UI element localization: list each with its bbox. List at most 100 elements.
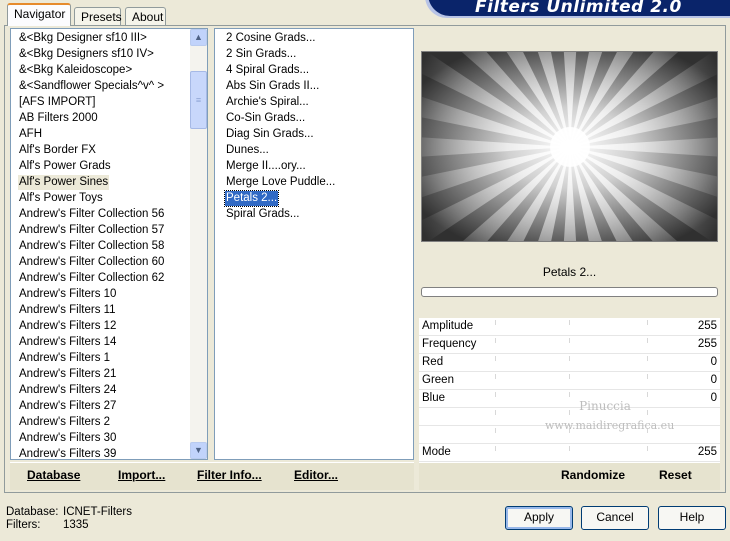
param-slider-tick — [569, 446, 570, 451]
param-slider-tick — [495, 374, 496, 379]
category-list[interactable]: &<Bkg Designer sf10 III> &<Bkg Designers … — [10, 28, 208, 460]
filter-list-item[interactable]: Dunes... — [225, 143, 270, 158]
filter-list-item[interactable]: Abs Sin Grads II... — [225, 79, 320, 94]
filter-info-button[interactable]: Filter Info... — [197, 468, 262, 482]
category-list-item[interactable]: AB Filters 2000 — [18, 111, 99, 126]
cancel-button[interactable]: Cancel — [581, 506, 649, 530]
tab-about[interactable]: About — [125, 7, 166, 25]
parameter-grid[interactable]: Amplitude 255 Frequency 255 Red 0 Green 0 Blue 0 M… — [419, 318, 720, 462]
apply-button[interactable]: Apply — [505, 506, 573, 530]
category-list-item[interactable]: [AFS IMPORT] — [18, 95, 96, 110]
category-list-item[interactable]: Andrew's Filters 10 — [18, 287, 117, 302]
randomize-button[interactable]: Randomize — [561, 468, 625, 482]
category-list-item[interactable]: Alf's Power Sines — [18, 175, 110, 190]
param-label: Amplitude — [422, 320, 474, 332]
editor-button[interactable]: Editor... — [294, 468, 338, 482]
param-slider-tick — [495, 338, 496, 343]
filter-list-item[interactable]: Archie's Spiral... — [225, 95, 310, 110]
param-slider-tick — [569, 338, 570, 343]
filters-count-label: Filters: — [6, 519, 41, 531]
filter-list-item[interactable]: 2 Sin Grads... — [225, 47, 297, 62]
category-list-item[interactable]: Andrew's Filters 21 — [18, 367, 117, 382]
param-slider-tick — [647, 320, 648, 325]
petals-preview-image — [422, 52, 717, 241]
selected-filter-label: Petals 2... — [542, 265, 597, 279]
scroll-down-button[interactable]: ▼ — [190, 442, 207, 459]
param-slider-tick — [495, 428, 496, 433]
param-label: Frequency — [422, 338, 477, 350]
filter-list-item[interactable]: Merge Love Puddle... — [225, 175, 336, 190]
param-value: 255 — [697, 446, 717, 458]
category-list-item[interactable]: Andrew's Filters 39 — [18, 447, 117, 459]
category-list-item[interactable]: Andrew's Filter Collection 57 — [18, 223, 165, 238]
filter-list-item[interactable]: Diag Sin Grads... — [225, 127, 315, 142]
category-list-item[interactable]: Andrew's Filters 12 — [18, 319, 117, 334]
category-list-item[interactable]: Andrew's Filters 30 — [18, 431, 117, 446]
left-command-bar: Database Import... Filter Info... Editor… — [10, 462, 414, 490]
tab-presets[interactable]: Presets — [74, 7, 122, 25]
progress-bar — [421, 287, 718, 297]
category-list-item[interactable]: Andrew's Filters 24 — [18, 383, 117, 398]
scroll-thumb[interactable]: ≡ — [190, 71, 207, 129]
category-list-item[interactable]: Andrew's Filters 14 — [18, 335, 117, 350]
scroll-up-button[interactable]: ▲ — [190, 29, 207, 46]
param-slider-tick — [647, 374, 648, 379]
database-value: ICNET-Filters — [63, 506, 132, 518]
param-row[interactable]: Green 0 — [419, 372, 720, 390]
filter-list[interactable]: 2 Cosine Grads... 2 Sin Grads... 4 Spiral … — [214, 28, 414, 460]
filter-list-item[interactable]: Petals 2... — [223, 190, 280, 207]
import-button[interactable]: Import... — [118, 468, 165, 482]
param-label: Green — [422, 374, 454, 386]
category-list-item[interactable]: &<Sandflower Specials^v^ > — [18, 79, 165, 94]
watermark-line-1: Pinuccia — [579, 399, 631, 413]
param-slider-tick — [495, 392, 496, 397]
category-list-item[interactable]: &<Bkg Kaleidoscope> — [18, 63, 133, 78]
category-list-item[interactable]: Alf's Power Toys — [18, 191, 104, 206]
param-label: Mode — [422, 446, 451, 458]
param-slider-tick — [495, 446, 496, 451]
right-command-bar: Randomize Reset — [419, 462, 720, 490]
tab-navigator[interactable]: Navigator — [7, 3, 71, 26]
category-list-item[interactable]: &<Bkg Designers sf10 IV> — [18, 47, 155, 62]
category-list-item[interactable]: Andrew's Filter Collection 58 — [18, 239, 165, 254]
database-button[interactable]: Database — [27, 468, 80, 482]
param-slider-tick — [647, 446, 648, 451]
category-list-item[interactable]: Andrew's Filters 27 — [18, 399, 117, 414]
param-slider-tick — [569, 374, 570, 379]
param-label: Red — [422, 356, 444, 368]
filter-list-item[interactable]: Spiral Grads... — [225, 207, 301, 222]
param-value: 0 — [710, 356, 717, 368]
category-list-item[interactable]: Andrew's Filters 11 — [18, 303, 117, 318]
param-slider-tick — [495, 410, 496, 415]
param-value: 255 — [697, 320, 717, 332]
category-list-item[interactable]: Alf's Border FX — [18, 143, 97, 158]
filter-list-item[interactable]: 2 Cosine Grads... — [225, 31, 316, 46]
param-slider-tick — [495, 320, 496, 325]
param-label: Blue — [422, 392, 446, 404]
category-list-item[interactable]: Andrew's Filters 2 — [18, 415, 111, 430]
category-scrollbar[interactable]: ▲ ≡ ▼ — [190, 29, 207, 459]
filters-count-value: 1335 — [63, 519, 89, 531]
param-row[interactable]: Mode 255 — [419, 444, 720, 462]
category-list-item[interactable]: Andrew's Filter Collection 60 — [18, 255, 165, 270]
filter-list-item[interactable]: 4 Spiral Grads... — [225, 63, 310, 78]
param-row[interactable]: Red 0 — [419, 354, 720, 372]
category-list-item[interactable]: Alf's Power Grads — [18, 159, 112, 174]
category-list-item[interactable]: Andrew's Filter Collection 62 — [18, 271, 165, 286]
help-button[interactable]: Help — [658, 506, 726, 530]
window-title: Filters Unlimited 2.0 — [475, 0, 682, 17]
param-value: 0 — [710, 392, 717, 404]
category-list-item[interactable]: Andrew's Filter Collection 56 — [18, 207, 165, 222]
filter-list-item[interactable]: Co-Sin Grads... — [225, 111, 306, 126]
filter-list-item[interactable]: Merge II....ory... — [225, 159, 307, 174]
database-label: Database: — [6, 506, 59, 518]
category-list-item[interactable]: AFH — [18, 127, 43, 142]
reset-button[interactable]: Reset — [659, 468, 692, 482]
param-row[interactable]: Amplitude 255 — [419, 318, 720, 336]
param-slider-tick — [647, 356, 648, 361]
category-list-item[interactable]: &<Bkg Designer sf10 III> — [18, 31, 148, 46]
category-list-item[interactable]: Andrew's Filters 1 — [18, 351, 111, 366]
param-slider-tick — [495, 356, 496, 361]
watermark: Pinuccia www.maidiregrafica.eu — [545, 396, 674, 436]
param-row[interactable]: Frequency 255 — [419, 336, 720, 354]
